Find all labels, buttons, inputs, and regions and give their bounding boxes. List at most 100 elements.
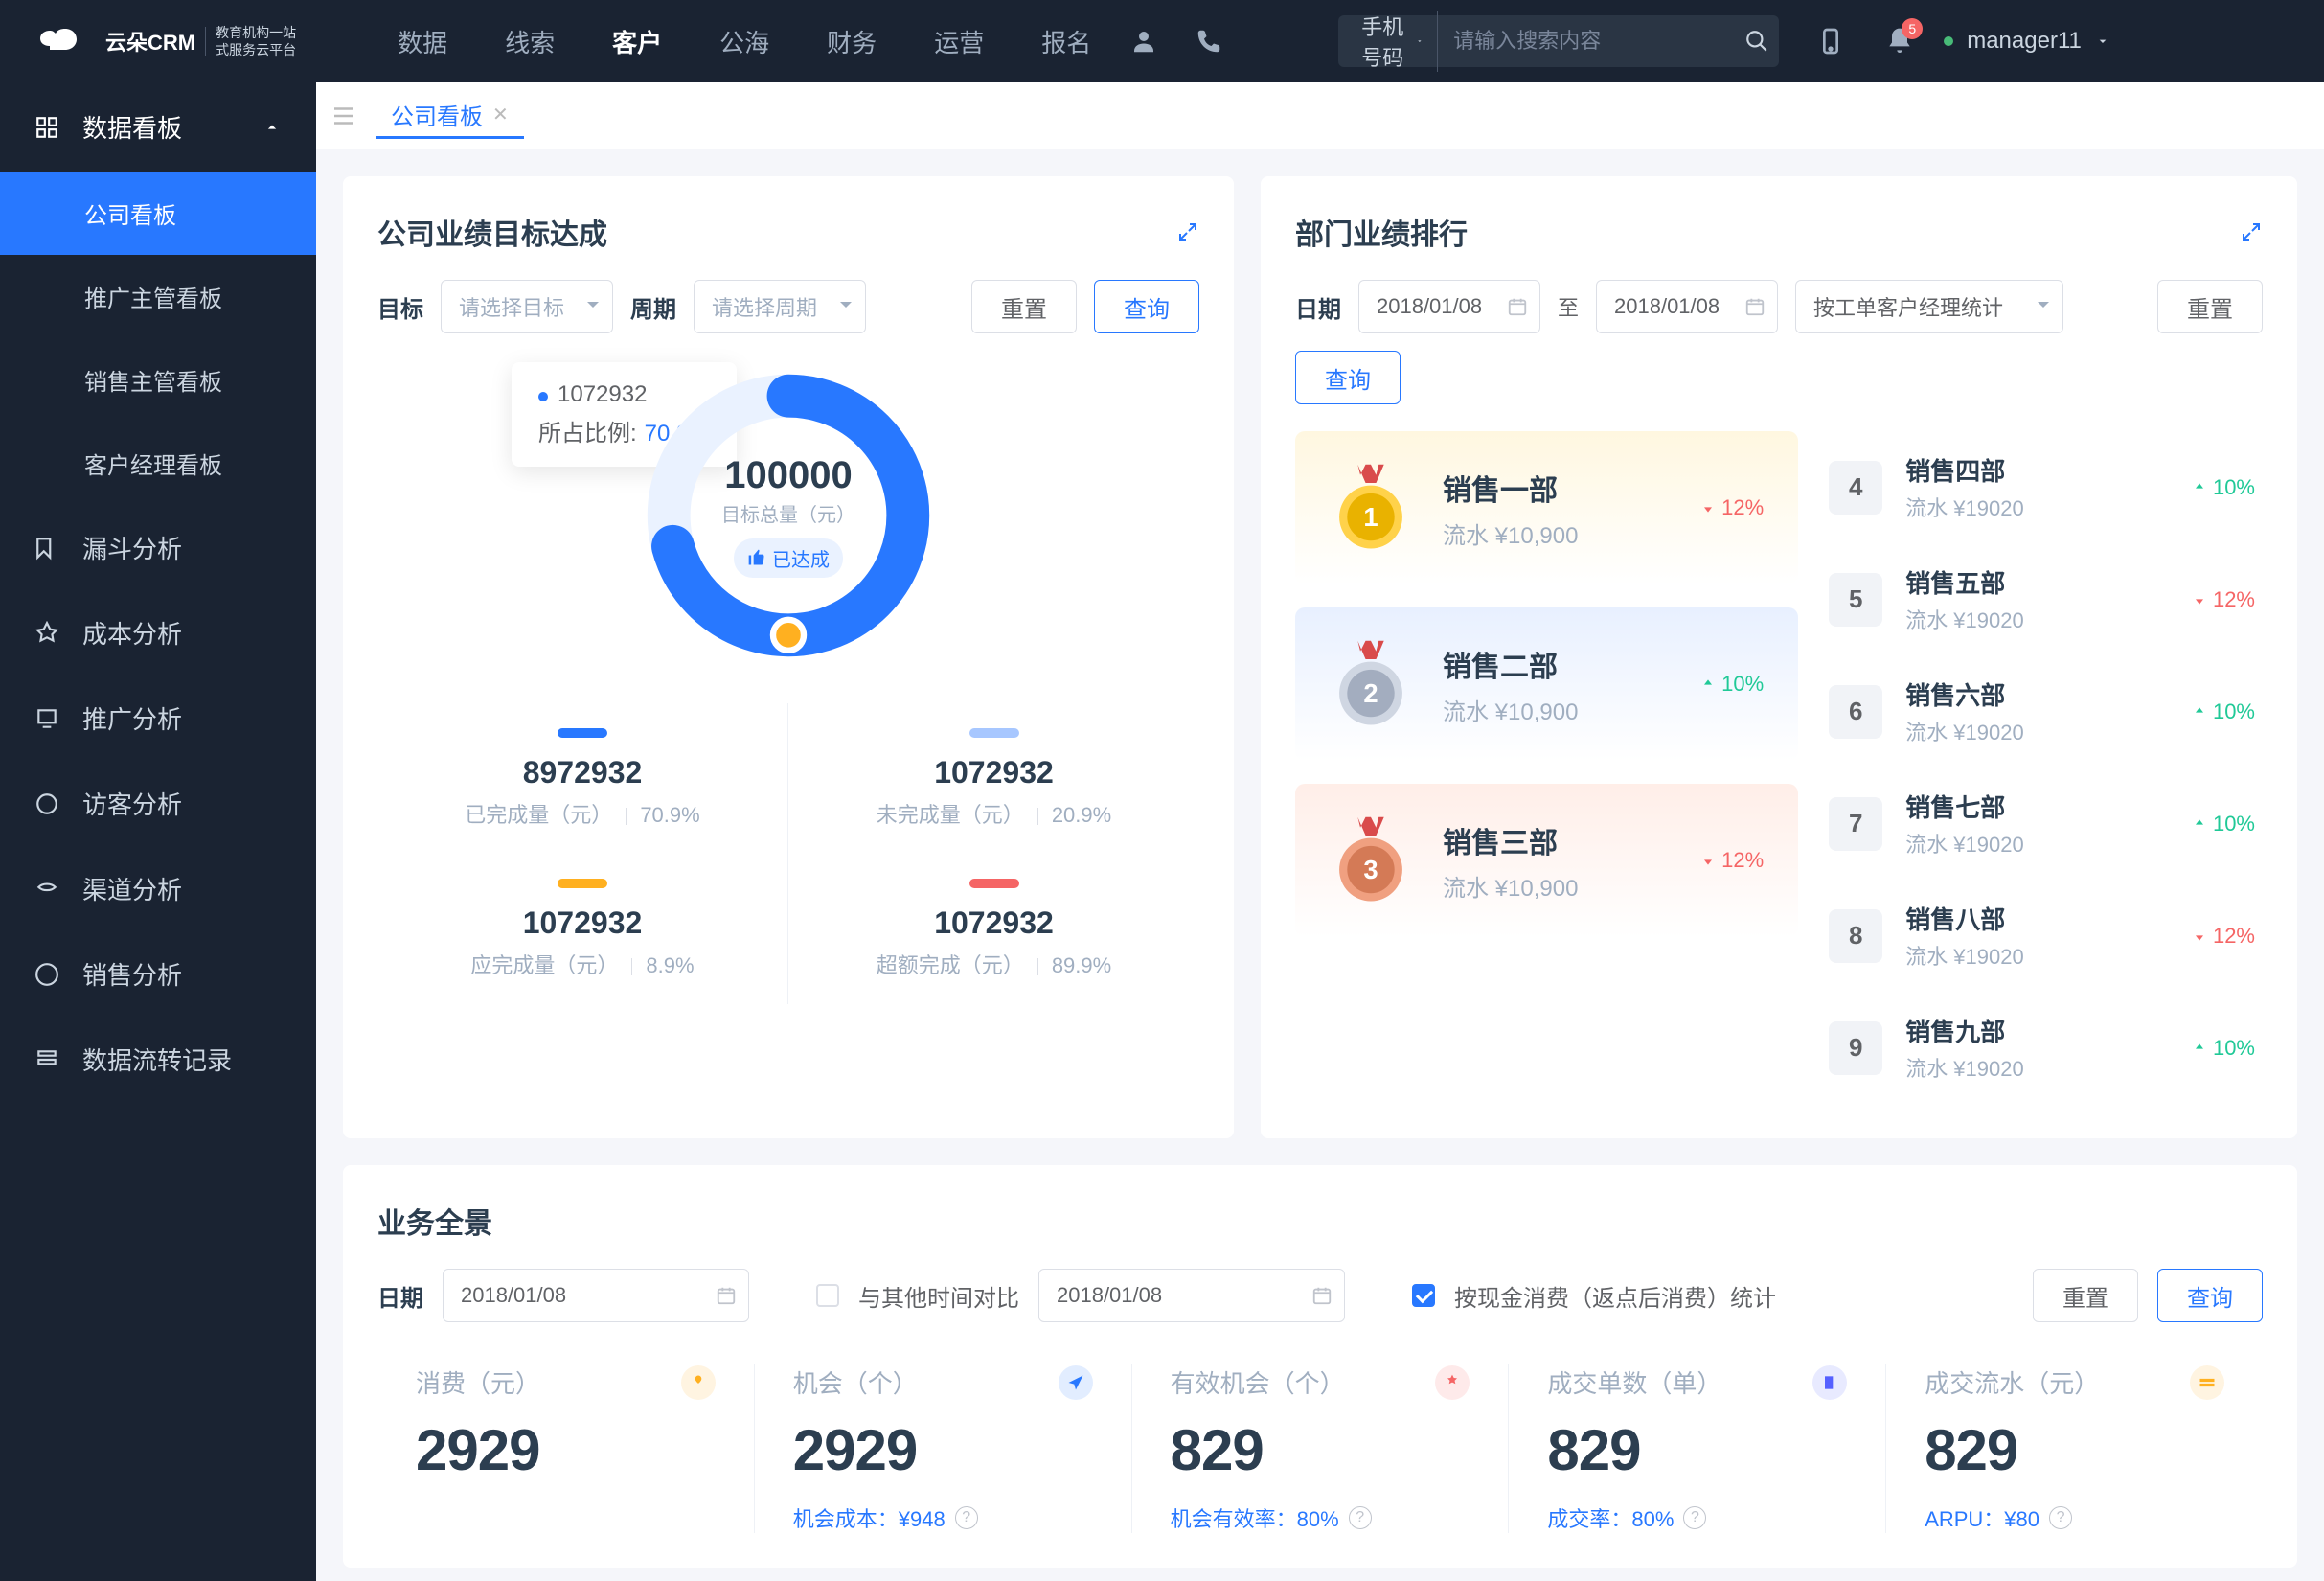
- kpi-foot: ARPU：¥80?: [1925, 1502, 2224, 1533]
- query-button[interactable]: 查询: [2157, 1269, 2263, 1322]
- period-select[interactable]: 请选择周期: [694, 280, 866, 333]
- ov-date2-input[interactable]: 2018/01/08: [1038, 1269, 1345, 1322]
- sidebar-item-1[interactable]: 推广主管看板: [0, 255, 316, 338]
- tab-company-board[interactable]: 公司看板 ✕: [376, 93, 524, 139]
- nav-item-6[interactable]: 报名: [1041, 24, 1091, 59]
- target-select[interactable]: 请选择目标: [441, 280, 613, 333]
- nav-item-0[interactable]: 数据: [398, 24, 447, 59]
- sidebar-group-dashboard[interactable]: 数据看板: [0, 82, 316, 172]
- kpi-foot: 机会有效率：80%?: [1171, 1502, 1470, 1533]
- reset-button[interactable]: 重置: [2033, 1269, 2138, 1322]
- kpi-value: 829: [1925, 1417, 2224, 1483]
- kpi-label: 消费（元）: [416, 1364, 540, 1400]
- nav-icon: [34, 536, 59, 561]
- sidebar-simple-5[interactable]: 销售分析: [0, 931, 316, 1017]
- rank-sub: 流水 ¥19020: [1905, 940, 2169, 971]
- search-type-select[interactable]: 手机号码: [1348, 11, 1438, 72]
- rank-row: 9 销售九部 流水 ¥19020 10%: [1821, 992, 2263, 1104]
- user-name: manager11: [1967, 28, 2082, 55]
- kpi-icon: [2190, 1365, 2224, 1400]
- rank-number: 6: [1829, 685, 1882, 739]
- rank-number: 7: [1829, 797, 1882, 851]
- rank-row: 6 销售六部 流水 ¥19020 10%: [1821, 655, 2263, 768]
- search-input[interactable]: [1438, 29, 1744, 54]
- cash-checkbox[interactable]: [1412, 1284, 1435, 1307]
- rank-name: 销售八部: [1905, 901, 2169, 936]
- logo-subtitle: 教育机构一站 式服务云平台: [216, 24, 296, 58]
- rank-sub: 流水 ¥10,900: [1443, 869, 1670, 903]
- rank-number: 5: [1829, 573, 1882, 627]
- logo-text: 云朵CRM: [105, 26, 195, 57]
- sidebar-item-0[interactable]: 公司看板: [0, 172, 316, 255]
- rank-sub: 流水 ¥19020: [1905, 828, 2169, 859]
- medal-icon: 2: [1330, 638, 1412, 730]
- nav-item-5[interactable]: 运营: [934, 24, 984, 59]
- search-button[interactable]: [1744, 29, 1769, 54]
- kpi-0: 消费（元） 2929: [377, 1364, 754, 1533]
- period-label: 周期: [630, 290, 676, 324]
- help-icon[interactable]: ?: [2049, 1506, 2072, 1529]
- status-dot: [1944, 36, 1953, 46]
- reset-button[interactable]: 重置: [2157, 280, 2263, 333]
- rank-row: 4 销售四部 流水 ¥19020 10%: [1821, 431, 2263, 543]
- kpi-label: 成交单数（单）: [1547, 1364, 1721, 1400]
- device-icon[interactable]: [1815, 26, 1846, 57]
- logo[interactable]: 云朵CRM 教育机构一站 式服务云平台: [0, 24, 330, 58]
- help-icon[interactable]: ?: [1349, 1506, 1372, 1529]
- content-area: 公司看板 ✕ 公司业绩目标达成 目标 请选择目标 周期 请选择周期: [316, 82, 2324, 1581]
- metric-exceed: 1072932 超额完成（元）89.9%: [788, 854, 1199, 1004]
- rank-name: 销售二部: [1443, 643, 1670, 685]
- nav-icon: [34, 706, 59, 731]
- sidebar-simple-1[interactable]: 成本分析: [0, 590, 316, 676]
- kpi-value: 2929: [416, 1417, 716, 1483]
- sidebar-simple-6[interactable]: 数据流转记录: [0, 1017, 316, 1102]
- sidebar-item-2[interactable]: 销售主管看板: [0, 338, 316, 422]
- rank-trend: 12%: [1700, 848, 1764, 873]
- rank-sub: 流水 ¥19020: [1905, 604, 2169, 634]
- expand-icon[interactable]: [1176, 220, 1199, 243]
- search-icon: [1744, 29, 1769, 54]
- nav-item-1[interactable]: 线索: [505, 24, 555, 59]
- tab-label: 公司看板: [391, 98, 483, 131]
- nav-item-3[interactable]: 公海: [719, 24, 769, 59]
- sidebar-simple-0[interactable]: 漏斗分析: [0, 505, 316, 590]
- metric-required: 1072932 应完成量（元）8.9%: [377, 854, 788, 1004]
- tabbar: 公司看板 ✕: [316, 82, 2324, 149]
- expand-icon[interactable]: [2240, 220, 2263, 243]
- help-icon[interactable]: ?: [955, 1506, 978, 1529]
- sidebar-group-label: 数据看板: [82, 109, 182, 145]
- sidebar-simple-3[interactable]: 访客分析: [0, 761, 316, 846]
- bell-icon[interactable]: 5: [1884, 26, 1915, 57]
- rank-trend: 12%: [1700, 495, 1764, 520]
- chevron-down-icon: [2095, 34, 2110, 49]
- reset-button[interactable]: 重置: [971, 280, 1077, 333]
- rank-sub: 流水 ¥19020: [1905, 716, 2169, 746]
- date-from-input[interactable]: 2018/01/08: [1358, 280, 1540, 333]
- thumb-up-icon: [747, 548, 766, 567]
- rank-card-1: 1 销售一部 流水 ¥10,900 12%: [1295, 431, 1798, 584]
- help-icon[interactable]: ?: [1683, 1506, 1706, 1529]
- menu-icon[interactable]: [330, 102, 358, 130]
- sidebar-simple-4[interactable]: 渠道分析: [0, 846, 316, 931]
- sidebar-simple-2[interactable]: 推广分析: [0, 676, 316, 761]
- date-to-input[interactable]: 2018/01/08: [1596, 280, 1778, 333]
- cash-label: 按现金消费（返点后消费）统计: [1454, 1279, 1776, 1313]
- phone-icon[interactable]: [1195, 27, 1223, 56]
- rank-name: 销售九部: [1905, 1013, 2169, 1048]
- sidebar-item-3[interactable]: 客户经理看板: [0, 422, 316, 505]
- ov-date1-input[interactable]: 2018/01/08: [443, 1269, 749, 1322]
- kpi-icon: [1059, 1365, 1093, 1400]
- query-button[interactable]: 查询: [1295, 351, 1401, 404]
- close-icon[interactable]: ✕: [492, 103, 509, 126]
- compare-label: 与其他时间对比: [858, 1279, 1019, 1313]
- user-icon[interactable]: [1129, 27, 1158, 56]
- ov-date-label: 日期: [377, 1279, 423, 1313]
- calendar-icon: [1507, 296, 1528, 317]
- nav-item-2[interactable]: 客户: [612, 24, 662, 59]
- logo-mark: [34, 27, 96, 56]
- user-menu[interactable]: manager11: [1944, 28, 2110, 55]
- stat-by-select[interactable]: 按工单客户经理统计: [1795, 280, 2063, 333]
- nav-item-4[interactable]: 财务: [827, 24, 877, 59]
- compare-checkbox[interactable]: [816, 1284, 839, 1307]
- query-button[interactable]: 查询: [1094, 280, 1199, 333]
